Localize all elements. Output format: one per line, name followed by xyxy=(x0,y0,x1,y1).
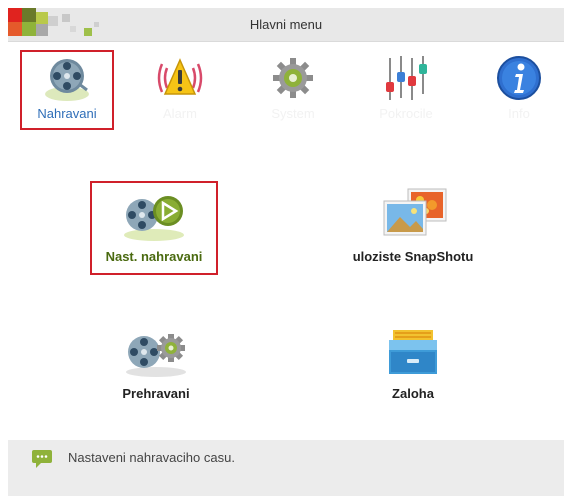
top-menu-label: Nahravani xyxy=(37,106,97,121)
record-settings-icon xyxy=(124,196,184,241)
top-menu-item-pokrocile[interactable]: Pokrocile xyxy=(359,50,453,130)
submenu-item-zaloha[interactable]: Zaloha xyxy=(358,324,468,418)
sliders-icon xyxy=(386,56,427,100)
backup-cabinet-icon xyxy=(389,330,437,374)
info-icon xyxy=(497,56,541,100)
submenu-label: Nast. nahravani xyxy=(105,249,203,264)
top-menu-label: Alarm xyxy=(163,106,197,121)
film-reel-icon xyxy=(45,59,89,101)
status-text: Nastaveni nahravaciho casu. xyxy=(68,450,235,465)
title-bar: Hlavni menu xyxy=(8,8,564,42)
top-menu-item-nahravani[interactable]: Nahravani xyxy=(20,50,114,130)
top-menu: Nahravani Alarm System Pokrocile Info xyxy=(8,42,564,138)
top-menu-item-alarm[interactable]: Alarm xyxy=(133,50,227,130)
top-menu-item-info[interactable]: Info xyxy=(472,50,566,130)
submenu-panel: Nast. nahravani uloziste SnapShotu Prehr… xyxy=(8,138,564,440)
message-icon xyxy=(32,450,52,468)
playback-reel-icon xyxy=(126,334,186,377)
top-menu-label: Pokrocile xyxy=(379,106,433,121)
window-title: Hlavni menu xyxy=(249,17,323,32)
submenu-label: uloziste SnapShotu xyxy=(352,249,474,264)
status-bar: Nastaveni nahravaciho casu. xyxy=(8,440,564,496)
submenu-item-nast-nahravani[interactable]: Nast. nahravani xyxy=(90,181,218,275)
submenu-label: Prehravani xyxy=(122,386,190,401)
submenu-item-uloziste-snapshotu[interactable]: uloziste SnapShotu xyxy=(328,181,498,275)
submenu-label: Zaloha xyxy=(392,386,434,401)
gear-icon xyxy=(273,58,313,98)
alarm-warning-icon xyxy=(157,58,203,95)
submenu-item-prehravani[interactable]: Prehravani xyxy=(92,324,220,418)
snapshot-images-icon xyxy=(383,188,447,236)
top-menu-label: Info xyxy=(508,106,530,121)
top-menu-label: System xyxy=(271,106,315,121)
top-menu-item-system[interactable]: System xyxy=(246,50,340,130)
